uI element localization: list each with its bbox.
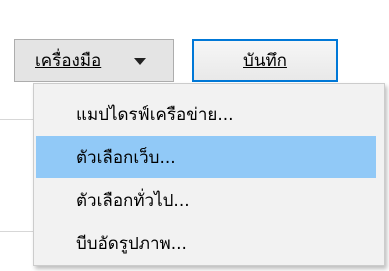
menu-item-label: ตัวเลือกทั่วไป...	[76, 190, 190, 211]
menu-item-general-options[interactable]: ตัวเลือกทั่วไป...	[36, 179, 376, 221]
save-button-label: บันทึก	[243, 51, 287, 71]
menu-item-web-options[interactable]: ตัวเลือกเว็บ...	[36, 136, 376, 178]
save-button[interactable]: บันทึก	[192, 39, 338, 82]
background-divider-bottom	[0, 231, 36, 232]
tools-button-label: เครื่องมือ	[35, 51, 102, 71]
chevron-down-icon	[134, 57, 146, 65]
tools-dropdown-button[interactable]: เครื่องมือ	[14, 39, 174, 82]
menu-item-compress-pictures[interactable]: บีบอัดรูปภาพ...	[36, 222, 376, 264]
tools-dropdown-menu: แมปไดรฟ์เครือข่าย... ตัวเลือกเว็บ... ตัว…	[33, 83, 385, 266]
menu-item-label: แมปไดรฟ์เครือข่าย...	[76, 104, 234, 125]
background-divider-top	[0, 119, 36, 120]
menu-item-map-network-drive[interactable]: แมปไดรฟ์เครือข่าย...	[36, 93, 376, 135]
menu-item-label: ตัวเลือกเว็บ...	[76, 147, 176, 168]
menu-item-label: บีบอัดรูปภาพ...	[76, 233, 187, 254]
